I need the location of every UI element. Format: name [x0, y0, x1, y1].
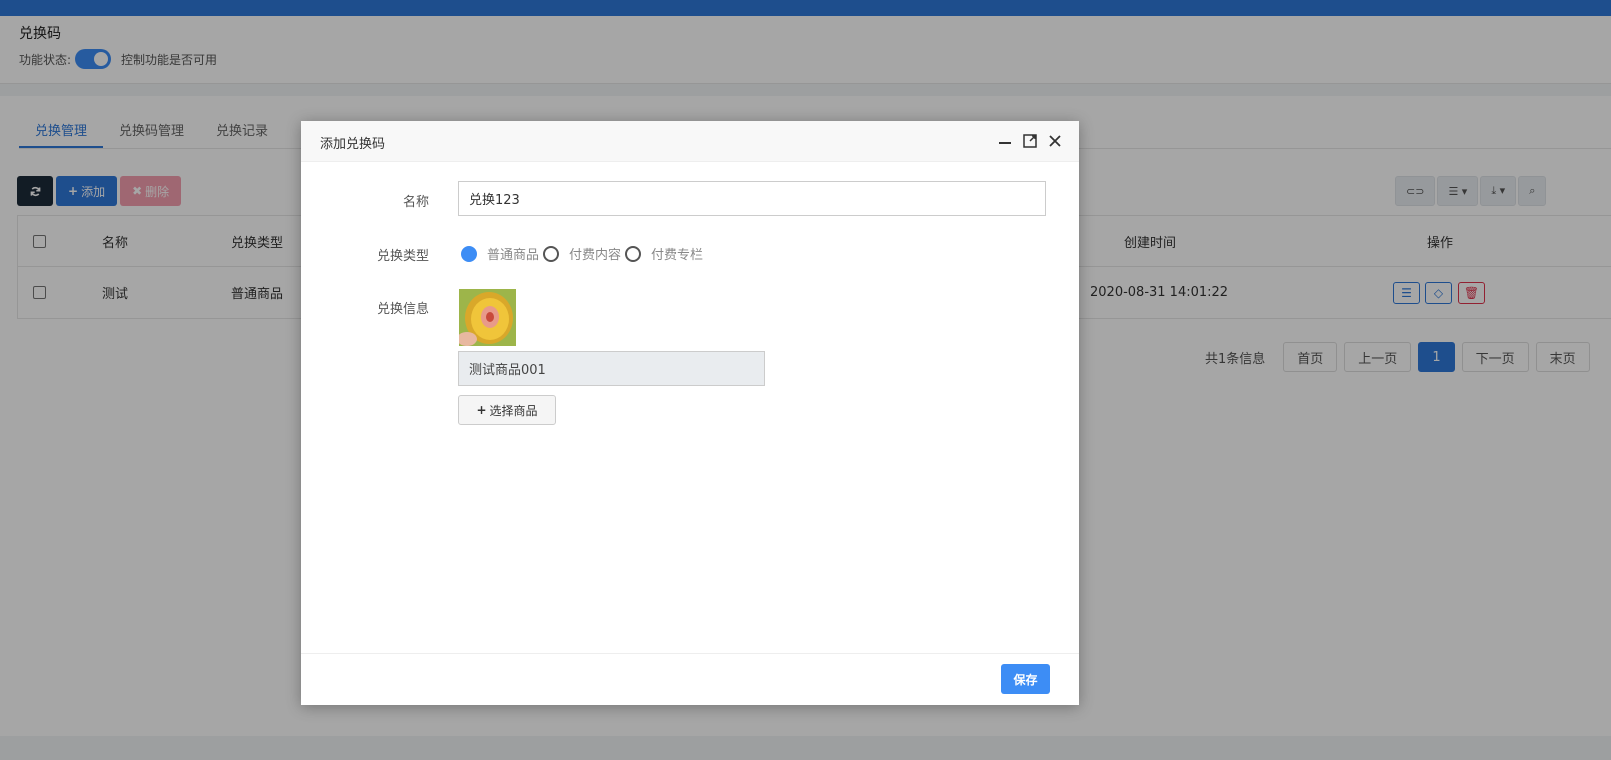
radio-paid-column[interactable] — [625, 245, 642, 262]
radio-normal-goods[interactable] — [461, 245, 477, 262]
radio-paid-column-label: 付费专栏 — [651, 248, 704, 263]
name-input[interactable]: 兑换123 — [458, 181, 1046, 216]
selected-goods-field: 测试商品001 — [458, 351, 765, 386]
select-goods-label: 选择商品 — [489, 403, 538, 418]
info-label: 兑换信息 — [376, 302, 429, 317]
plus-icon: + — [476, 403, 487, 417]
radio-paid-content-label: 付费内容 — [569, 248, 622, 263]
dialog-title: 添加兑换码 — [320, 137, 386, 152]
minimize-icon[interactable] — [997, 133, 1013, 149]
select-goods-button[interactable]: + 选择商品 — [458, 395, 556, 425]
radio-normal-goods-label: 普通商品 — [487, 248, 540, 263]
save-button[interactable]: 保存 — [1001, 664, 1050, 694]
name-label: 名称 — [402, 195, 429, 210]
close-icon[interactable] — [1047, 133, 1063, 149]
radio-paid-content[interactable] — [543, 245, 560, 262]
exchange-type-radios: 普通商品 付费内容 付费专栏 — [461, 244, 707, 263]
dialog-header: 添加兑换码 — [301, 121, 1079, 162]
dialog-footer: 保存 — [301, 653, 1079, 705]
goods-thumbnail — [459, 289, 516, 346]
maximize-icon[interactable] — [1022, 133, 1038, 149]
add-code-dialog: 添加兑换码 名称 兑换123 兑换类型 普通商品 付费内容 付费专栏 兑换信息 … — [301, 121, 1079, 705]
type-label: 兑换类型 — [376, 249, 429, 264]
